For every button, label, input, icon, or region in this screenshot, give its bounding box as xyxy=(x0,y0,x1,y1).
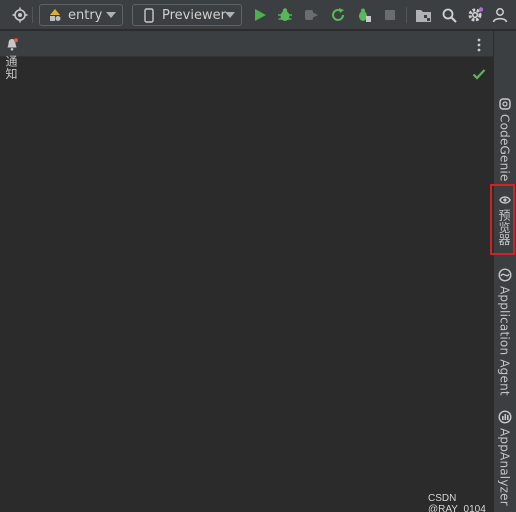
attach-debugger-button[interactable] xyxy=(302,6,320,24)
main-toolbar: entry Previewer xyxy=(0,0,516,30)
agent-icon xyxy=(497,268,512,282)
rerun-button[interactable] xyxy=(329,6,347,24)
user-icon xyxy=(492,8,508,23)
bug-icon xyxy=(278,8,292,21)
refresh-icon xyxy=(332,8,344,21)
run-button[interactable] xyxy=(251,6,269,24)
gear-icon xyxy=(468,7,483,22)
search-button[interactable] xyxy=(440,6,458,24)
checkmark-icon xyxy=(472,65,486,84)
module-select[interactable]: entry xyxy=(39,4,123,26)
tool-tab-appanalyzer[interactable]: AppAnalyzer xyxy=(493,410,516,506)
watermark: CSDN @RAY_0104 xyxy=(428,493,486,512)
editor-area[interactable] xyxy=(0,57,493,512)
tool-tab-notifications[interactable]: 通知 xyxy=(0,38,23,79)
device-select-value: Previewer xyxy=(162,7,226,23)
stop-button[interactable] xyxy=(381,6,399,24)
tool-tab-codegenie[interactable]: CodeGenie xyxy=(493,98,516,182)
bell-icon xyxy=(7,38,18,51)
account-button[interactable] xyxy=(491,6,509,24)
chevron-down-icon xyxy=(106,12,116,18)
stop-icon xyxy=(385,10,395,20)
module-select-value: entry xyxy=(68,7,103,23)
toolbar-separator xyxy=(406,7,407,23)
profile-button[interactable] xyxy=(355,6,373,24)
analyzer-icon xyxy=(497,410,512,424)
target-icon[interactable] xyxy=(11,6,29,24)
tool-tab-label: Application Agent xyxy=(497,286,512,396)
module-icon xyxy=(48,8,62,22)
chevron-down-icon xyxy=(225,12,235,18)
tool-tab-label: CodeGenie xyxy=(497,114,512,182)
device-select[interactable]: Previewer xyxy=(132,4,242,26)
play-icon xyxy=(255,9,266,21)
settings-button[interactable] xyxy=(466,6,484,24)
search-icon xyxy=(442,8,457,23)
editor-tab-strip xyxy=(0,31,493,57)
previewer-highlight-box xyxy=(490,184,515,255)
folder-icon xyxy=(415,9,431,22)
more-options-icon[interactable] xyxy=(476,37,482,52)
toolbar-separator xyxy=(32,7,33,23)
attach-debugger-icon xyxy=(305,10,318,20)
phone-icon xyxy=(144,7,154,23)
project-structure-button[interactable] xyxy=(414,6,432,24)
debug-button[interactable] xyxy=(276,6,294,24)
codegenie-icon xyxy=(498,98,511,110)
profiler-icon xyxy=(359,8,371,22)
tool-tab-label: 通知 xyxy=(4,55,18,80)
tool-tab-application-agent[interactable]: Application Agent xyxy=(493,268,516,396)
